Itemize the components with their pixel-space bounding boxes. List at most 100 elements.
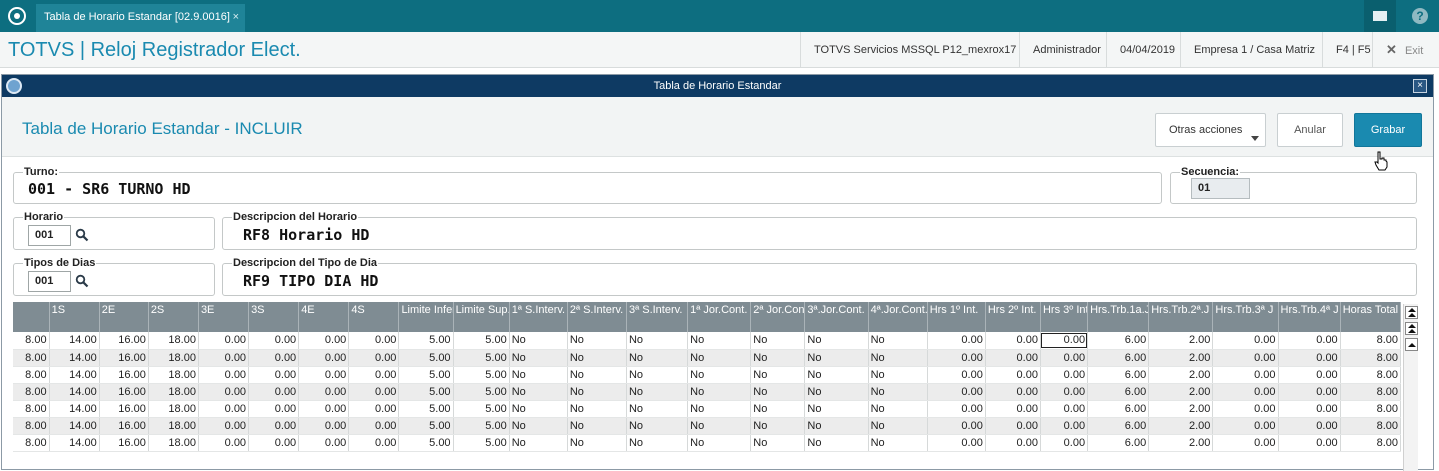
column-header[interactable]: Hrs.Trb.2ª.J [1148,302,1214,332]
table-cell[interactable]: 6.00 [1087,400,1150,418]
table-cell[interactable]: 0.00 [248,434,300,452]
table-cell[interactable]: No [868,417,928,435]
table-cell[interactable]: 0.00 [1278,332,1341,350]
table-cell[interactable]: 6.00 [1087,417,1150,435]
table-cell[interactable]: No [868,349,928,367]
table-cell[interactable]: No [804,434,869,452]
table-cell[interactable]: 5.00 [453,400,510,418]
table-cell[interactable]: No [626,417,689,435]
table-cell[interactable]: 5.00 [398,366,454,384]
table-cell[interactable]: No [687,332,752,350]
table-cell[interactable]: 8.00 [13,349,50,367]
table-cell[interactable]: No [626,332,689,350]
table-cell[interactable]: 8.00 [13,366,50,384]
table-cell[interactable]: 0.00 [1212,349,1279,367]
exit-button[interactable]: ✕ Exit [1372,32,1436,68]
table-cell[interactable]: 0.00 [198,383,250,401]
table-cell[interactable]: 18.00 [148,434,199,452]
table-cell[interactable]: 0.00 [198,434,250,452]
table-cell[interactable]: No [750,417,806,435]
table-cell[interactable]: No [509,434,568,452]
table-cell[interactable]: 14.00 [49,383,100,401]
table-cell[interactable]: 0.00 [298,400,350,418]
table-cell[interactable]: No [750,332,806,350]
table-cell[interactable]: No [868,383,928,401]
table-cell[interactable]: 0.00 [1212,400,1279,418]
grid-scrollbar[interactable] [1403,304,1418,471]
table-cell[interactable]: 0.00 [1040,434,1089,452]
table-cell[interactable]: 0.00 [1278,349,1341,367]
column-header[interactable]: 1ª S.Interv. [509,302,568,332]
column-header[interactable]: Hrs 2º Int. [985,302,1041,332]
table-cell[interactable]: 0.00 [248,366,300,384]
secuencia-field[interactable]: 01 [1191,178,1250,199]
table-cell[interactable]: 18.00 [148,417,199,435]
table-cell[interactable]: No [626,349,689,367]
table-cell[interactable]: 14.00 [49,417,100,435]
table-cell[interactable]: 8.00 [1340,434,1402,452]
table-cell[interactable]: 0.00 [198,400,250,418]
column-header[interactable]: 1ª Jor.Cont. [687,302,752,332]
table-cell[interactable]: 2.00 [1148,332,1214,350]
column-header[interactable]: 2E [99,302,149,332]
table-cell[interactable]: 0.00 [985,383,1041,401]
table-cell[interactable]: 0.00 [1212,383,1279,401]
table-cell[interactable]: No [687,366,752,384]
table-cell[interactable]: 2.00 [1148,400,1214,418]
table-cell[interactable]: No [868,400,928,418]
table-cell[interactable]: 5.00 [453,383,510,401]
column-header[interactable]: Hrs.Trb.4ª J [1278,302,1341,332]
table-cell[interactable]: No [567,400,627,418]
table-cell[interactable]: 8.00 [13,400,50,418]
table-cell[interactable]: 2.00 [1148,434,1214,452]
table-cell[interactable]: 0.00 [985,349,1041,367]
table-cell[interactable]: 0.00 [248,332,300,350]
column-header[interactable]: Hrs.Trb.1a.J [1087,302,1150,332]
table-cell[interactable]: 0.00 [298,349,350,367]
table-cell[interactable]: 6.00 [1087,366,1150,384]
table-cell[interactable]: 18.00 [148,332,199,350]
table-cell[interactable]: No [804,383,869,401]
search-icon[interactable] [75,228,89,242]
table-cell[interactable]: 5.00 [398,417,454,435]
table-cell[interactable]: 5.00 [398,349,454,367]
table-cell[interactable]: 0.00 [198,332,250,350]
scroll-page-up-icon[interactable] [1405,322,1418,335]
table-cell[interactable]: 8.00 [13,332,50,350]
table-cell[interactable]: 0.00 [348,417,400,435]
table-cell[interactable]: 2.00 [1148,349,1214,367]
table-cell[interactable]: No [868,366,928,384]
table-cell[interactable]: 16.00 [99,417,149,435]
table-cell[interactable]: 0.00 [1278,400,1341,418]
table-cell[interactable]: No [626,366,689,384]
table-cell[interactable]: No [567,417,627,435]
table-cell[interactable]: 8.00 [13,417,50,435]
table-cell[interactable]: 0.00 [348,434,400,452]
table-cell[interactable]: 5.00 [453,349,510,367]
help-icon[interactable] [1399,0,1439,32]
table-cell[interactable]: 8.00 [1340,366,1402,384]
table-cell[interactable]: 0.00 [348,400,400,418]
column-header[interactable]: Hrs 3º Int [1040,302,1089,332]
otras-acciones-button[interactable]: Otras acciones [1155,113,1266,147]
table-cell[interactable]: 16.00 [99,332,149,350]
table-cell[interactable]: 0.00 [1212,332,1279,350]
table-cell[interactable]: 0.00 [198,366,250,384]
table-row[interactable]: 8.00 14.00 16.00 18.00 0.00 0.00 0.00 0.00 5.00 5… [13,366,1402,384]
table-cell[interactable]: 18.00 [148,349,199,367]
table-cell[interactable]: No [567,366,627,384]
dialog-close-icon[interactable]: × [1413,79,1427,93]
table-cell[interactable]: 6.00 [1087,332,1150,350]
table-row[interactable]: 8.00 14.00 16.00 18.00 0.00 0.00 0.00 0.00 5.00 5… [13,417,1402,435]
turno-value[interactable]: 001 - SR6 TURNO HD [28,180,191,198]
table-cell[interactable]: 5.00 [453,366,510,384]
table-cell[interactable]: No [804,417,869,435]
table-cell[interactable]: No [687,349,752,367]
tipos-dias-field[interactable]: 001 [28,271,71,292]
column-header[interactable]: 3S [248,302,300,332]
table-cell[interactable]: No [567,349,627,367]
table-cell[interactable]: 0.00 [1040,366,1089,384]
horario-field[interactable]: 001 [28,225,71,246]
table-cell[interactable]: 0.00 [1278,366,1341,384]
totvs-logo-icon[interactable] [8,7,26,25]
